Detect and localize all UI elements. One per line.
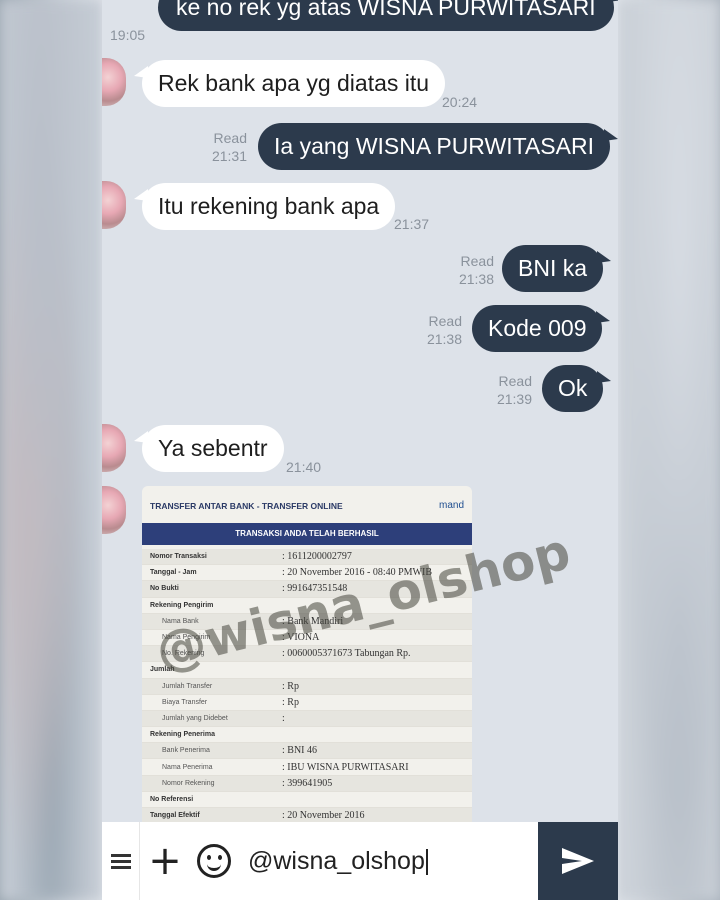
- plus-icon[interactable]: +: [140, 822, 190, 900]
- message-text: Ya sebentr: [158, 435, 268, 461]
- emoji-button[interactable]: [190, 822, 238, 900]
- receipt-row-label: No Bukti: [150, 585, 179, 593]
- message-bubble-outgoing[interactable]: ke no rek yg atas WISNA PURWITASARI: [158, 0, 618, 31]
- read-receipt: Read: [498, 373, 532, 389]
- message-input-value: @wisna_olshop: [248, 846, 425, 875]
- message-text: ke no rek yg atas WISNA PURWITASARI: [176, 0, 596, 20]
- smiley-icon: [197, 844, 231, 878]
- message-time: 21:38: [426, 331, 462, 347]
- receipt-row-value: : Rp: [282, 680, 299, 692]
- menu-icon: [110, 851, 131, 872]
- message-bubble-incoming[interactable]: Itu rekening bank apa: [133, 183, 396, 230]
- receipt-row: No Referensi: [142, 792, 472, 808]
- receipt-row-label: Nomor Rekening: [162, 779, 215, 787]
- contact-avatar[interactable]: [102, 424, 126, 472]
- message-time: 21:38: [458, 271, 494, 287]
- receipt-row: Nomor Rekening : 399641905: [142, 775, 472, 792]
- message-text: Ok: [558, 375, 588, 401]
- blurred-right-edge: [618, 0, 720, 900]
- message-read-meta: Read 21:38: [446, 252, 494, 288]
- message-time: 19:05: [110, 27, 146, 43]
- message-read-meta: Read 21:31: [202, 129, 247, 165]
- receipt-row-label: Tanggal Efektif: [150, 812, 200, 820]
- message-bubble-outgoing[interactable]: Ia yang WISNA PURWITASARI: [258, 123, 618, 170]
- receipt-row-value: : Rp: [282, 696, 299, 708]
- message-composer: + @wisna_olshop: [102, 822, 618, 900]
- menu-button[interactable]: [102, 822, 140, 900]
- text-caret: [425, 848, 428, 875]
- message-bubble-outgoing[interactable]: BNI ka: [502, 245, 612, 292]
- bank-logo: mand: [438, 500, 464, 511]
- contact-avatar[interactable]: [102, 486, 126, 534]
- message-time: 20:24: [442, 94, 478, 110]
- receipt-row: Jumlah Transfer : Rp: [142, 678, 472, 695]
- send-icon: [562, 848, 594, 874]
- message-text: Ia yang WISNA PURWITASARI: [274, 133, 594, 159]
- chat-history[interactable]: 19:05 ke no rek yg atas WISNA PURWITASAR…: [102, 0, 618, 822]
- contact-avatar[interactable]: [102, 181, 126, 229]
- message-time: 21:31: [211, 148, 247, 164]
- receipt-row-label: Biaya Transfer: [162, 698, 208, 706]
- message-bubble-outgoing[interactable]: Ok: [542, 365, 612, 412]
- receipt-row: Tanggal Efektif : 20 November 2016: [142, 808, 472, 822]
- receipt-row-label: Nomor Transaksi: [150, 553, 207, 561]
- message-text: Kode 009: [488, 315, 587, 341]
- receipt-row-label: Jumlah yang Didebet: [162, 714, 228, 722]
- receipt-row-value: : IBU WISNA PURWITASARI: [282, 761, 409, 773]
- receipt-row: Jumlah yang Didebet:: [142, 710, 472, 728]
- receipt-row: Nama Penerima : IBU WISNA PURWITASARI: [142, 759, 472, 776]
- send-button[interactable]: [538, 822, 618, 900]
- message-time: 21:40: [286, 459, 322, 475]
- message-read-meta: Read 21:39: [484, 372, 532, 408]
- receipt-row-value: : 399641905: [282, 777, 333, 789]
- message-bubble-incoming[interactable]: Ya sebentr: [134, 425, 284, 472]
- receipt-header: TRANSFER ANTAR BANK - TRANSFER ONLINE ma…: [142, 486, 472, 517]
- receipt-row: Biaya Transfer : Rp: [142, 695, 472, 711]
- read-receipt: Read: [428, 313, 462, 329]
- read-receipt: Read: [213, 130, 247, 146]
- message-time: 21:39: [496, 391, 532, 407]
- message-read-meta: Read 21:38: [414, 312, 462, 348]
- receipt-row-label: Rekening Penerima: [150, 731, 215, 739]
- message-text: Itu rekening bank apa: [158, 193, 380, 219]
- receipt-title: TRANSFER ANTAR BANK - TRANSFER ONLINE: [150, 500, 343, 511]
- receipt-row-label: Bank Penerima: [162, 747, 210, 755]
- message-bubble-incoming[interactable]: Rek bank apa yg diatas itu: [133, 60, 446, 107]
- receipt-row-label: No Referensi: [150, 795, 194, 803]
- blurred-left-edge: [0, 0, 102, 900]
- receipt-row-value: : BNI 46: [282, 745, 317, 757]
- receipt-row-value: : 0060005371673 Tabungan Rp.: [282, 648, 411, 660]
- receipt-row-label: Jumlah Transfer: [162, 682, 213, 690]
- message-time: 21:37: [394, 216, 430, 232]
- read-receipt: Read: [460, 253, 494, 269]
- receipt-row: Bank Penerima : BNI 46: [142, 743, 472, 760]
- message-text: Rek bank apa yg diatas itu: [158, 70, 430, 96]
- contact-avatar[interactable]: [102, 58, 126, 106]
- receipt-row-label: Nama Penerima: [162, 763, 213, 771]
- message-bubble-outgoing[interactable]: Kode 009: [472, 305, 611, 352]
- message-input[interactable]: @wisna_olshop: [238, 847, 538, 876]
- receipt-row-label: Tanggal - Jam: [150, 569, 197, 577]
- receipt-row-value: :: [282, 712, 285, 724]
- receipt-row: Rekening Penerima: [142, 727, 472, 744]
- message-text: BNI ka: [518, 255, 588, 281]
- receipt-status-banner: TRANSAKSI ANDA TELAH BERHASIL: [142, 523, 472, 545]
- receipt-row-value: : 20 November 2016: [282, 810, 365, 822]
